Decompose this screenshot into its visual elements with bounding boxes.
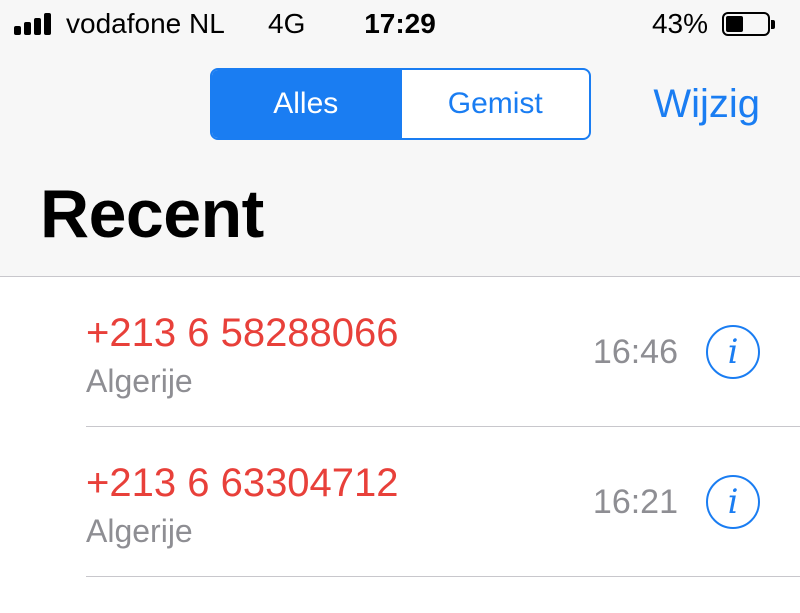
info-icon[interactable]: i: [706, 475, 760, 529]
call-location: Algerije: [86, 513, 193, 549]
call-row[interactable]: +213 6 58288066 Algerije 16:46 i: [0, 277, 800, 427]
edit-button[interactable]: Wijzig: [653, 80, 760, 128]
segment-missed[interactable]: Gemist: [399, 70, 590, 138]
call-number: +213 6 63304712: [86, 461, 399, 505]
call-location: Algerije: [86, 363, 193, 399]
call-time: 16:21: [592, 483, 678, 521]
calls-filter-segmented-control: Alles Gemist: [210, 68, 591, 140]
recent-calls-list: +213 6 58288066 Algerije 16:46 i +213 6 …: [0, 277, 800, 577]
battery-icon: [722, 12, 776, 36]
call-time: 16:46: [592, 333, 678, 371]
status-bar: vodafone NL 4G 17:29 43%: [0, 0, 800, 50]
segment-all[interactable]: Alles: [212, 70, 400, 138]
call-number: +213 6 58288066: [86, 311, 399, 355]
call-row[interactable]: +213 6 63304712 Algerije 16:21 i: [0, 427, 800, 577]
info-icon[interactable]: i: [706, 325, 760, 379]
battery-percentage: 43%: [651, 8, 708, 39]
navigation-header: vodafone NL 4G 17:29 43% Alles Gemist Wi…: [0, 0, 800, 277]
page-title: Recent: [40, 176, 264, 252]
